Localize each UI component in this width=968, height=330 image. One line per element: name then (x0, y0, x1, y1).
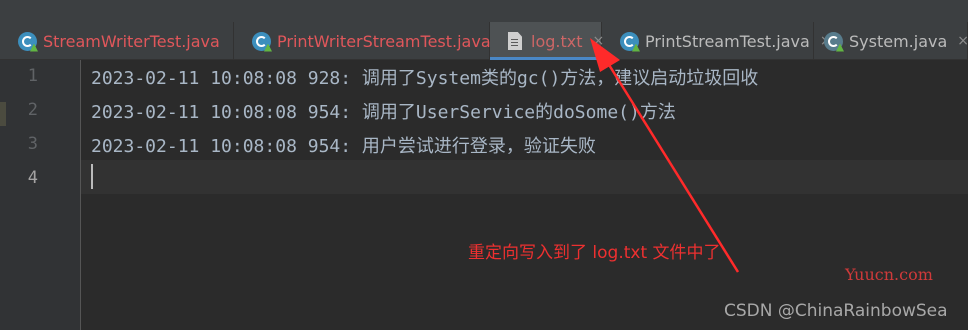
annotation-arrow-icon (590, 38, 740, 273)
watermark-yuucn: Yuucn.com (845, 265, 933, 284)
watermark-csdn: CSDN @ChinaRainbowSea (724, 301, 948, 321)
annotation-text: 重定向写入到了 log.txt 文件中了 (468, 243, 721, 263)
